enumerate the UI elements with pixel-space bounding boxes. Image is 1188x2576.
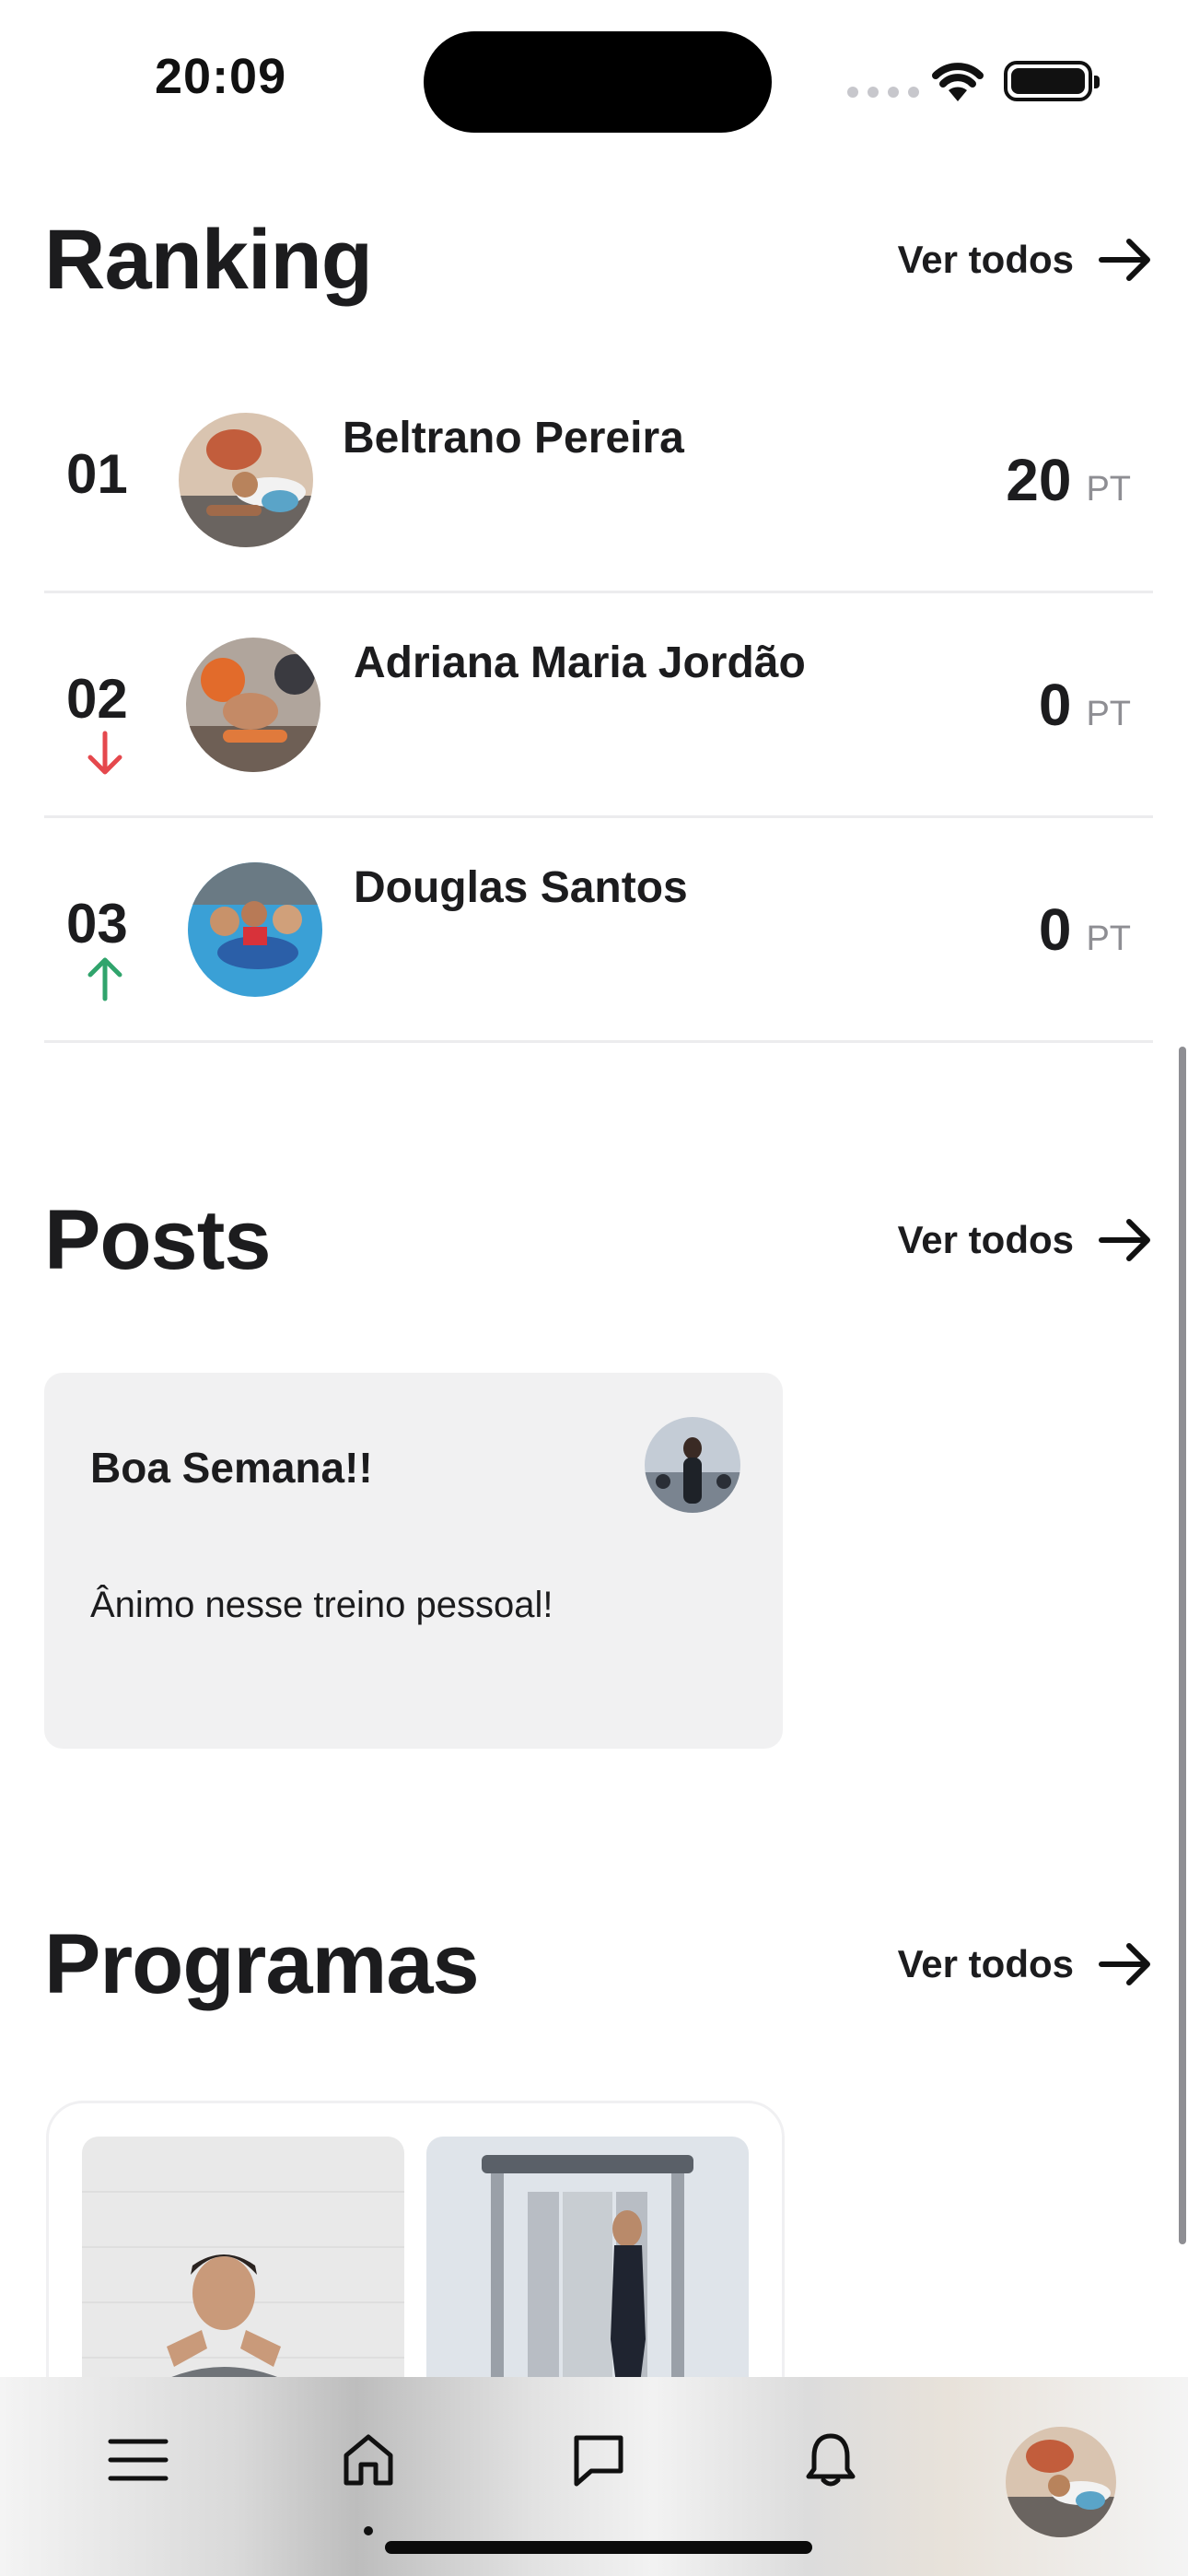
rank-position: 02 [66, 668, 128, 730]
rank-position: 01 [66, 443, 128, 505]
ranking-title: Ranking [44, 212, 373, 307]
arrow-right-icon [1099, 239, 1150, 281]
tab-notifications[interactable] [794, 2423, 868, 2497]
trend-up-icon [87, 957, 122, 1001]
posts-header: Posts Ver todos [44, 1185, 1153, 1295]
tab-menu[interactable] [101, 2423, 175, 2497]
rank-score: 0 PT [1039, 671, 1131, 739]
ranking-row[interactable]: 01 Beltrano Pereira 20 PT [44, 369, 1153, 593]
bell-icon [806, 2433, 856, 2487]
rank-score: 20 PT [1006, 446, 1131, 514]
post-title: Boa Semana!! [90, 1444, 373, 1492]
score-value: 0 [1038, 896, 1072, 963]
home-icon [344, 2434, 393, 2486]
posts-see-all-button[interactable]: Ver todos [898, 1218, 1153, 1262]
rank-position: 03 [66, 893, 128, 954]
see-all-label: Ver todos [897, 1942, 1074, 1985]
tab-chat[interactable] [562, 2423, 635, 2497]
dynamic-island [424, 31, 772, 133]
avatar [186, 638, 320, 772]
posts-title: Posts [44, 1192, 272, 1287]
profile-avatar[interactable] [1006, 2427, 1116, 2537]
programs-header: Programas Ver todos [44, 1909, 1153, 2020]
tab-home[interactable] [332, 2423, 405, 2497]
rank-name: Adriana Maria Jordão [354, 638, 806, 687]
ranking-row[interactable]: 02 Adriana Maria Jordão 0 PT [44, 593, 1153, 818]
menu-icon [108, 2439, 169, 2481]
cellular-signal-icon [847, 87, 919, 98]
chat-icon [574, 2435, 623, 2487]
ranking-header: Ranking Ver todos [44, 205, 1153, 315]
battery-icon [1004, 61, 1100, 101]
score-unit: PT [1086, 695, 1131, 733]
score-unit: PT [1086, 919, 1131, 958]
post-author-avatar [645, 1417, 740, 1513]
rank-name: Beltrano Pereira [343, 414, 684, 463]
programs-see-all-button[interactable]: Ver todos [898, 1942, 1153, 1986]
programs-title: Programas [44, 1916, 480, 2011]
see-all-label: Ver todos [897, 1218, 1074, 1261]
score-value: 0 [1038, 672, 1072, 738]
score-value: 20 [1006, 447, 1072, 513]
active-tab-indicator [364, 2526, 373, 2535]
ranking-row[interactable]: 03 Douglas Santos 0 PT [44, 818, 1153, 1043]
wifi-icon [932, 63, 984, 101]
home-indicator [385, 2541, 812, 2554]
rank-name: Douglas Santos [354, 863, 688, 912]
scroll-indicator[interactable] [1179, 1047, 1186, 2244]
avatar [188, 862, 322, 997]
status-bar: 20:09 [0, 0, 1188, 166]
arrow-right-icon [1099, 1943, 1150, 1985]
status-time: 20:09 [155, 49, 287, 104]
post-card[interactable]: Boa Semana!! Ânimo nesse treino pessoal! [44, 1373, 783, 1749]
rank-score: 0 PT [1039, 896, 1131, 964]
see-all-label: Ver todos [897, 238, 1074, 281]
arrow-right-icon [1099, 1219, 1150, 1261]
ranking-see-all-button[interactable]: Ver todos [898, 238, 1153, 282]
trend-down-icon [87, 731, 122, 775]
score-unit: PT [1086, 470, 1131, 509]
post-body: Ânimo nesse treino pessoal! [90, 1585, 553, 1625]
avatar [179, 413, 313, 547]
